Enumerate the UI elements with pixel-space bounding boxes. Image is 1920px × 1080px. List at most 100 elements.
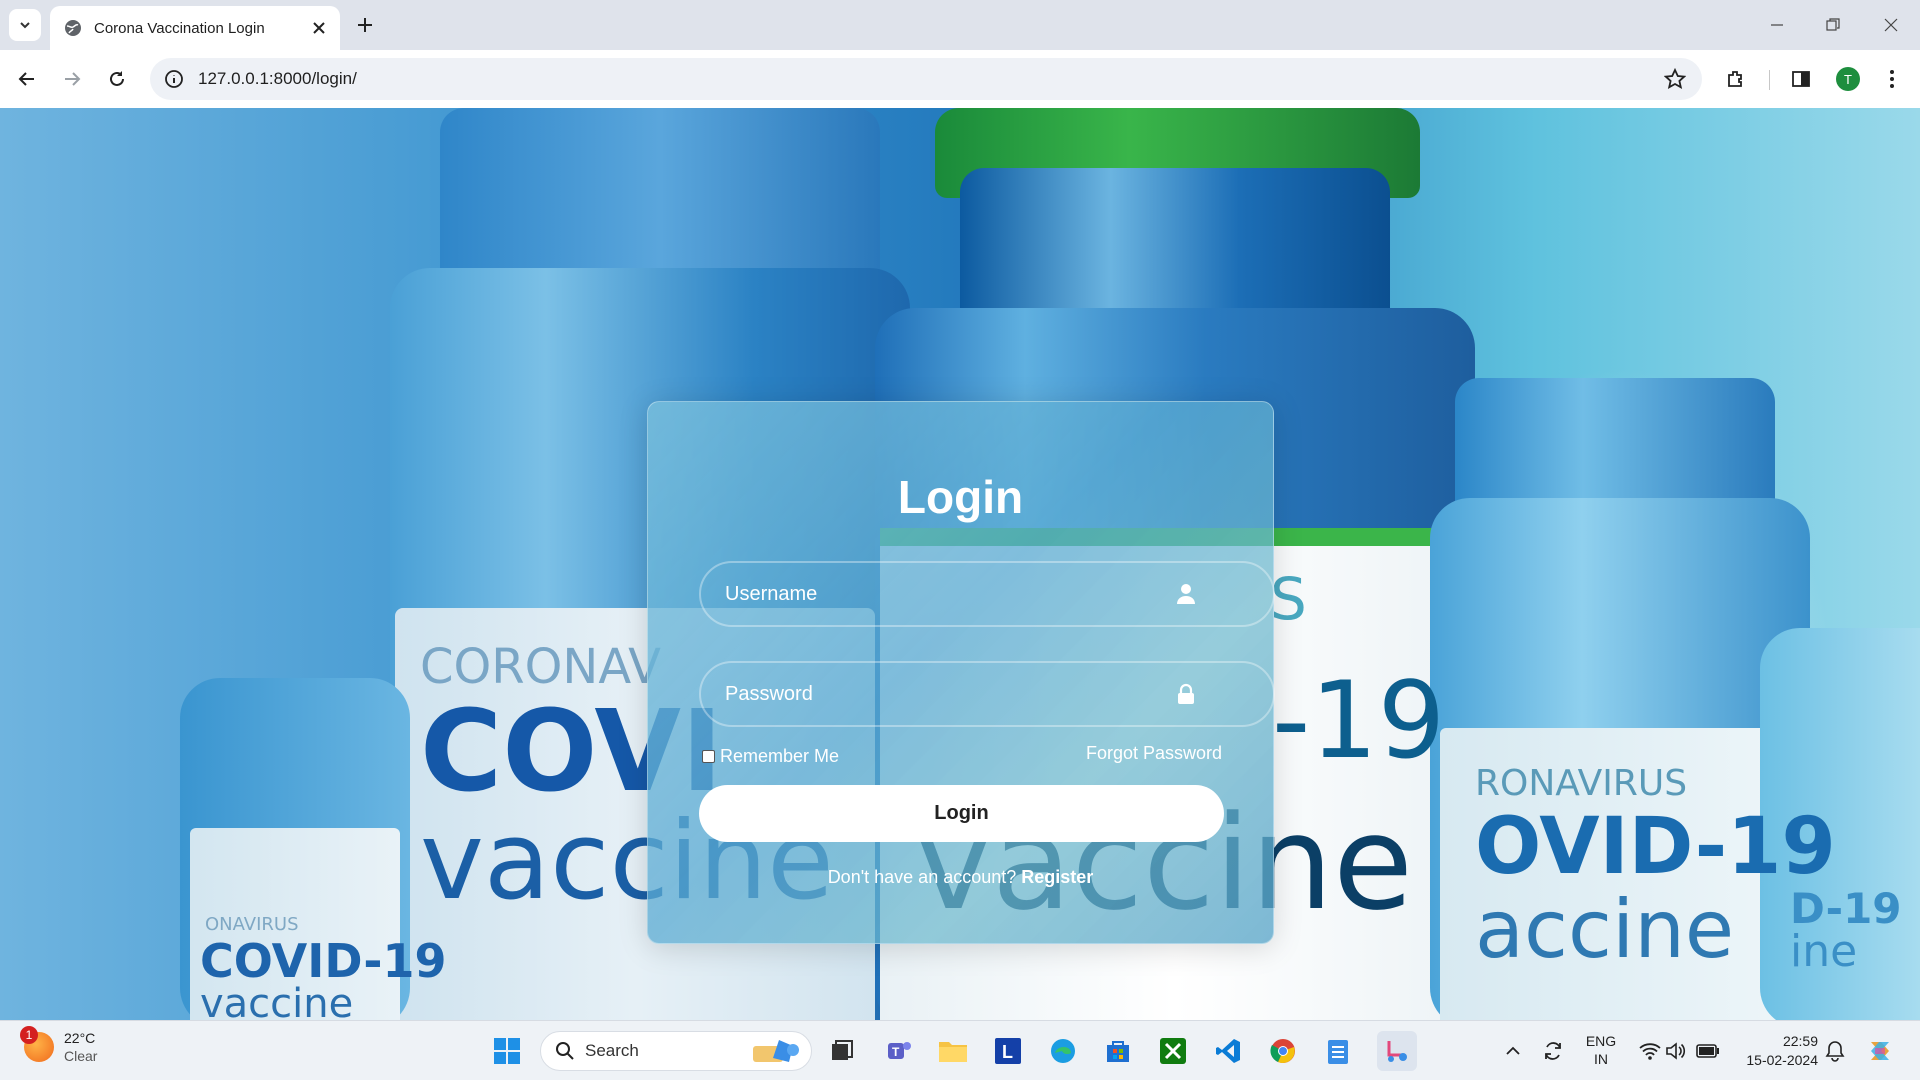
chrome-icon (1270, 1039, 1295, 1063)
weather-condition: Clear (64, 1048, 98, 1064)
forward-button[interactable] (57, 64, 87, 94)
notepad-button[interactable] (1322, 1035, 1354, 1067)
bg-text-ine: ine (1790, 926, 1858, 977)
bg-text-d19: D-19 (1790, 884, 1902, 933)
store-icon (1107, 1041, 1129, 1062)
tab-strip: Corona Vaccination Login (0, 0, 1920, 50)
battery-button[interactable] (1692, 1035, 1724, 1067)
menu-button[interactable] (1878, 65, 1906, 93)
chrome-button[interactable] (1267, 1035, 1299, 1067)
taskbar: 1 22°C Clear Search T L ENG IN 22:59 15-… (0, 1020, 1920, 1080)
restore-button[interactable] (1820, 12, 1846, 38)
snipping-tool-icon (1387, 1041, 1407, 1062)
browser-tab[interactable]: Corona Vaccination Login (50, 6, 340, 50)
profile-button[interactable]: T (1834, 65, 1862, 93)
bg-text-onavirus-small: ONAVIRUS (205, 914, 299, 935)
notifications-button[interactable] (1819, 1035, 1851, 1067)
reload-icon (110, 71, 124, 86)
weather-widget[interactable]: 1 22°C Clear (20, 1026, 98, 1065)
volume-button[interactable] (1660, 1035, 1692, 1067)
back-button[interactable] (12, 64, 42, 94)
vscode-button[interactable] (1212, 1035, 1244, 1067)
store-button[interactable] (1102, 1035, 1134, 1067)
register-link[interactable]: Register (1021, 867, 1093, 887)
notepad-icon (1328, 1040, 1348, 1064)
task-view-button[interactable] (826, 1035, 858, 1067)
kebab-menu-icon (1890, 70, 1894, 88)
search-icon (556, 1042, 574, 1060)
bell-icon (1825, 1041, 1845, 1062)
info-icon[interactable] (164, 69, 184, 89)
teams-icon: T (888, 1042, 911, 1059)
username-field[interactable] (699, 561, 1275, 627)
close-icon (1884, 18, 1898, 32)
folder-icon (939, 1042, 967, 1062)
reload-button[interactable] (102, 64, 132, 94)
puzzle-icon (1728, 71, 1742, 87)
minimize-button[interactable] (1764, 12, 1790, 38)
remember-me-label: Remember Me (720, 746, 840, 766)
language: ENG (1585, 1033, 1617, 1049)
login-title: Login (897, 471, 1024, 523)
l-app-icon: L (995, 1038, 1021, 1064)
tab-title: Corona Vaccination Login (94, 19, 265, 37)
vial-cap-left (440, 108, 880, 288)
svg-text:T: T (892, 1045, 900, 1059)
search-highlight-icon (753, 1040, 799, 1062)
file-explorer-button[interactable] (937, 1035, 969, 1067)
edge-button[interactable] (1047, 1035, 1079, 1067)
new-tab-button[interactable] (352, 12, 378, 38)
sync-button[interactable] (1537, 1035, 1569, 1067)
bg-text-s: S (1270, 565, 1307, 633)
snipping-tool-button[interactable] (1377, 1031, 1417, 1071)
address-bar[interactable]: 127.0.0.1:8000/login/ (150, 58, 1702, 100)
side-panel-button[interactable] (1787, 65, 1815, 93)
close-window-button[interactable] (1878, 12, 1904, 38)
plus-icon (358, 18, 372, 32)
svg-text:L: L (1002, 1042, 1013, 1062)
search-label: Search (585, 1041, 639, 1060)
extensions-button[interactable] (1722, 65, 1750, 93)
lock-icon (1178, 683, 1194, 704)
browser-toolbar: 127.0.0.1:8000/login/ T (0, 50, 1920, 108)
remember-me[interactable]: Remember Me (702, 746, 839, 767)
bg-text-coronav: CORONAV (420, 639, 661, 695)
teams-button[interactable]: T (883, 1035, 915, 1067)
forgot-password-link[interactable]: Forgot Password (1086, 743, 1222, 764)
xbox-button[interactable] (1157, 1035, 1189, 1067)
taskbar-search[interactable]: Search (540, 1031, 812, 1071)
chevron-down-icon (20, 22, 30, 29)
url-text[interactable]: 127.0.0.1:8000/login/ (198, 69, 357, 89)
copilot-button[interactable] (1864, 1035, 1896, 1067)
avatar: T (1836, 67, 1860, 91)
battery-icon (1696, 1044, 1719, 1058)
bg-text-vaccine-small: vaccine (200, 981, 354, 1020)
star-icon[interactable] (1664, 68, 1686, 90)
arrow-left-icon (18, 72, 34, 86)
toolbar-divider (1769, 70, 1770, 90)
chevron-up-icon (1506, 1046, 1520, 1055)
minimize-icon (1771, 24, 1783, 26)
password-field[interactable] (699, 661, 1275, 727)
bg-text-ovid19: OVID-19 (1475, 802, 1836, 892)
language-indicator[interactable]: ENG IN (1584, 1032, 1618, 1068)
close-tab-button[interactable] (310, 19, 328, 37)
page-background: CORONAV COVI vaccine S -19 vaccine RONAV… (0, 108, 1920, 1020)
remember-me-checkbox[interactable] (702, 750, 715, 763)
vial-cap-right (1455, 378, 1775, 518)
weather-sun-icon: 1 (20, 1026, 54, 1062)
arrow-right-icon (65, 72, 81, 86)
clock-time: 22:59 (1782, 1033, 1818, 1049)
copilot-icon (1871, 1042, 1889, 1060)
vial-cap-center (960, 168, 1390, 328)
show-hidden-icons-button[interactable] (1497, 1035, 1529, 1067)
weather-badge: 1 (20, 1026, 38, 1044)
sync-icon (1545, 1042, 1561, 1060)
login-button[interactable]: Login (699, 785, 1224, 842)
start-button[interactable] (491, 1035, 523, 1067)
l-app-button[interactable]: L (992, 1035, 1024, 1067)
clock[interactable]: 22:59 15-02-2024 (1738, 1032, 1818, 1070)
tab-search-button[interactable] (9, 9, 41, 41)
globe-icon (65, 20, 81, 36)
clock-date: 15-02-2024 (1746, 1052, 1818, 1068)
